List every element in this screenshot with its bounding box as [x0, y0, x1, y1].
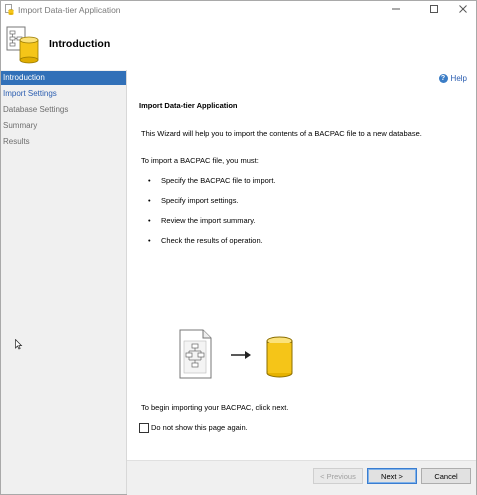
begin-text: To begin importing your BACPAC, click ne…	[141, 403, 289, 412]
page-title: Introduction	[49, 38, 111, 50]
step-text: Specify import settings.	[161, 196, 239, 205]
maximize-button[interactable]	[419, 1, 449, 18]
database-icon	[266, 336, 293, 378]
bacpac-file-icon	[179, 329, 212, 379]
next-button[interactable]: Next >	[367, 468, 417, 484]
wizard-footer: < Previous Next > Cancel	[127, 460, 476, 495]
dont-show-again-checkbox[interactable]	[139, 423, 149, 433]
sidebar-item-introduction[interactable]: Introduction	[1, 71, 126, 85]
content-heading: Import Data-tier Application	[139, 101, 238, 110]
step-item: Specify import settings.	[148, 196, 239, 205]
sidebar-item-results: Results	[3, 137, 30, 146]
previous-button[interactable]: < Previous	[313, 468, 363, 484]
cancel-button[interactable]: Cancel	[421, 468, 471, 484]
help-label: Help	[450, 74, 467, 83]
arrow-right-icon	[231, 351, 251, 359]
step-text: Check the results of operation.	[161, 236, 263, 245]
close-icon	[459, 5, 467, 14]
step-item: Specify the BACPAC file to import.	[148, 176, 276, 185]
requirements-label: To import a BACPAC file, you must:	[141, 156, 259, 165]
step-text: Specify the BACPAC file to import.	[161, 176, 276, 185]
title-bar[interactable]: Import Data-tier Application	[1, 1, 476, 18]
sidebar-item-database-settings: Database Settings	[3, 105, 69, 114]
maximize-icon	[430, 5, 438, 14]
bacpac-to-database-illustration	[179, 329, 293, 379]
help-icon: ?	[438, 74, 448, 84]
wizard-header: Introduction	[1, 18, 476, 71]
wizard-window: Import Data-tier Application Introductio…	[0, 0, 477, 495]
sidebar-item-summary: Summary	[3, 121, 38, 130]
dont-show-again-label[interactable]: Do not show this page again.	[151, 423, 248, 432]
wizard-sidebar: Introduction Import Settings Database Se…	[1, 70, 127, 494]
help-link[interactable]: ? Help	[438, 73, 467, 84]
window-title: Import Data-tier Application	[18, 5, 121, 15]
sidebar-item-import-settings[interactable]: Import Settings	[1, 87, 126, 101]
close-button[interactable]	[448, 1, 477, 18]
minimize-button[interactable]	[381, 1, 411, 18]
app-icon	[5, 4, 14, 15]
step-item: Review the import summary.	[148, 216, 256, 225]
minimize-icon	[392, 8, 400, 10]
intro-text: This Wizard will help you to import the …	[141, 129, 422, 138]
step-item: Check the results of operation.	[148, 236, 263, 245]
mouse-cursor-icon	[15, 339, 23, 350]
wizard-database-icon	[6, 26, 39, 64]
step-text: Review the import summary.	[161, 216, 256, 225]
wizard-content: ? Help Import Data-tier Application This …	[127, 70, 476, 494]
